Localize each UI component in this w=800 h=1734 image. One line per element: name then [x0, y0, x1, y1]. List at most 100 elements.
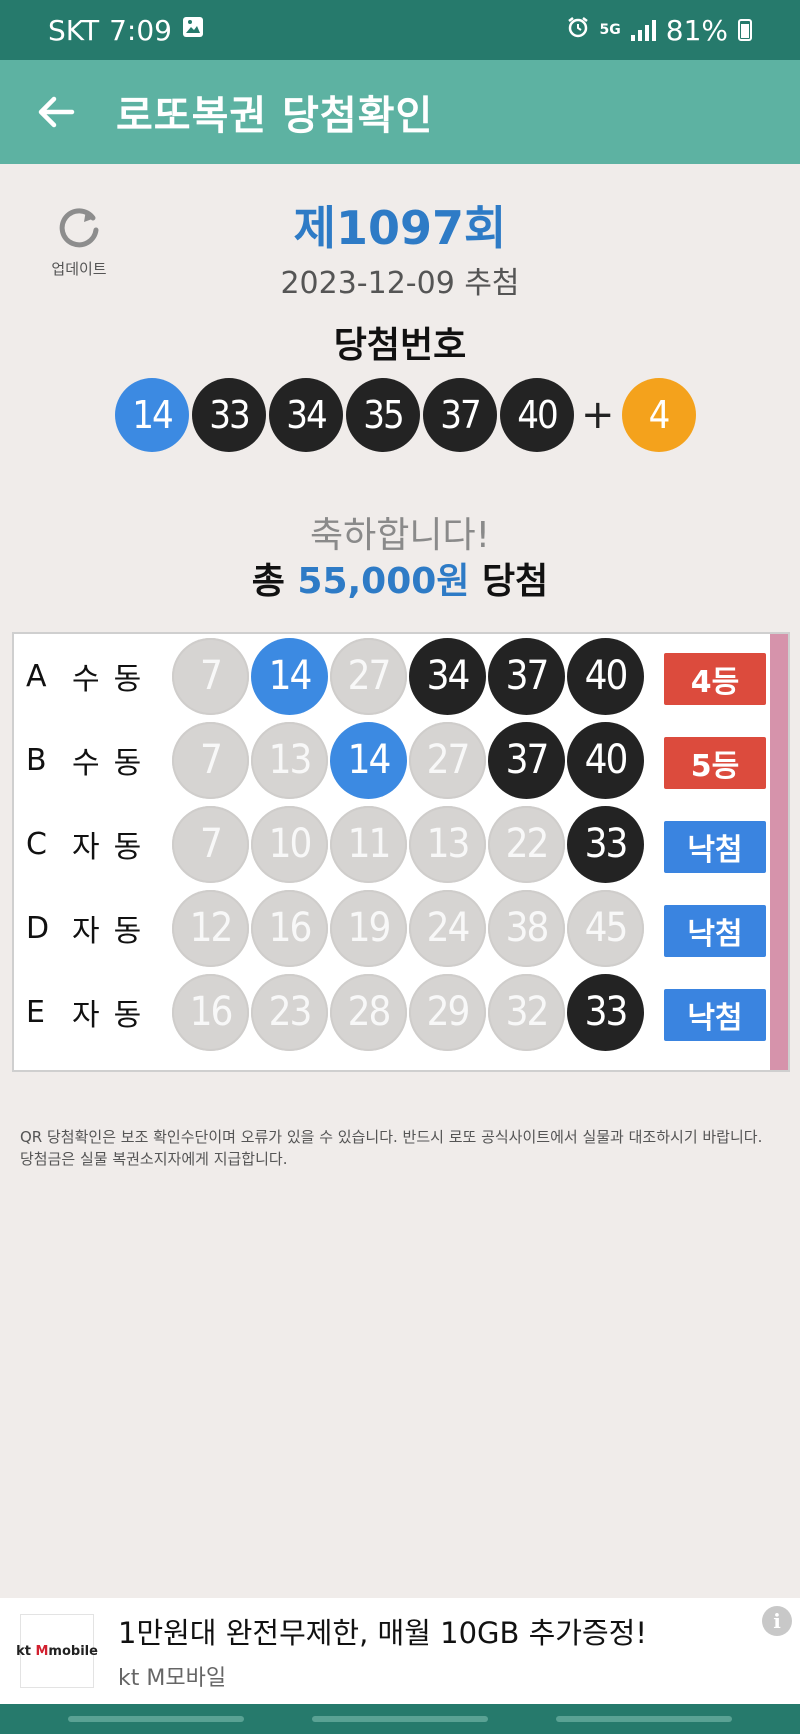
ticket-number-ball: 14: [330, 721, 407, 799]
ticket-number-ball: 37: [488, 637, 565, 715]
result-badge: 낙첨: [664, 989, 766, 1041]
clock: 7:09: [109, 13, 172, 47]
ticket-mode: 자동: [72, 830, 156, 865]
ticket-number-ball: 38: [488, 889, 565, 967]
ticket-letter: D: [26, 910, 50, 946]
prize-amount: 55,000원: [297, 561, 470, 602]
info-icon[interactable]: i: [762, 1606, 792, 1636]
round-title: 제1097회: [293, 201, 507, 255]
ticket-mode: 수동: [72, 746, 156, 781]
ticket-numbers: 16 23 28 29 32 33: [172, 973, 644, 1051]
ticket-number-ball: 27: [330, 637, 407, 715]
ticket-number-ball: 28: [330, 973, 407, 1051]
ticket-number-ball: 7: [172, 637, 249, 715]
draw-summary: 업데이트 제1097회 2023-12-09 추첨 당첨번호 14 33 34 …: [0, 164, 800, 619]
carrier-label: SKT: [48, 13, 100, 47]
congrats-message: 축하합니다!: [309, 515, 491, 556]
disclaimer-text: QR 당첨확인은 보조 확인수단이며 오류가 있을 수 있습니다. 반드시 로또…: [20, 1128, 763, 1168]
arrow-left-icon: [38, 96, 75, 128]
ticket-mode: 수동: [72, 662, 156, 697]
ticket-letter: C: [26, 826, 47, 862]
winning-number-ball: 34: [269, 378, 343, 452]
scrollbar[interactable]: [770, 634, 788, 1070]
ticket-number-ball: 27: [409, 721, 486, 799]
ticket-letter: A: [26, 658, 47, 694]
ticket-number-ball: 33: [567, 973, 644, 1051]
ticket-number-ball: 7: [172, 721, 249, 799]
page-title: 로또복권 당첨확인: [116, 93, 434, 139]
ticket-number-ball: 23: [251, 973, 328, 1051]
ticket-numbers: 7 10 11 13 22 33: [172, 805, 644, 883]
battery-icon: [738, 19, 752, 41]
ad-advertiser: kt M모바일: [118, 1666, 227, 1691]
winning-number-ball: 40: [500, 378, 574, 452]
ticket-row-e: E 자동 16 23 28 29 32 33 낙첨: [14, 972, 774, 1052]
gallery-icon: [182, 16, 204, 44]
ad-banner[interactable]: kt Mmobile 1만원대 완전무제한, 매월 10GB 추가증정! kt …: [0, 1598, 800, 1704]
nav-back-button[interactable]: [556, 1716, 732, 1722]
winning-number-ball: 37: [423, 378, 497, 452]
ticket-row-b: B 수동 7 13 14 27 37 40 5등: [14, 720, 774, 800]
signal-icon: [630, 19, 656, 41]
advertiser-logo: kt Mmobile: [16, 1614, 98, 1688]
ticket-number-ball: 14: [251, 637, 328, 715]
ticket-letter: E: [26, 994, 45, 1030]
ad-title: 1만원대 완전무제한, 매월 10GB 추가증정!: [118, 1616, 647, 1650]
logo-mobile: mobile: [48, 1643, 98, 1659]
ticket-number-ball: 22: [488, 805, 565, 883]
ticket-mode: 자동: [72, 998, 156, 1033]
ticket-numbers: 7 13 14 27 37 40: [172, 721, 644, 799]
app-bar: 로또복권 당첨확인: [0, 60, 800, 164]
winning-numbers-label: 당첨번호: [333, 325, 467, 366]
ticket-row-a: A 수동 7 14 27 34 37 40 4등: [14, 636, 774, 716]
ticket-numbers: 12 16 19 24 38 45: [172, 889, 644, 967]
ticket-row-d: D 자동 12 16 19 24 38 45 낙첨: [14, 888, 774, 968]
ticket-number-ball: 16: [251, 889, 328, 967]
ticket-number-ball: 45: [567, 889, 644, 967]
winning-number-ball: 14: [115, 378, 189, 452]
result-badge: 낙첨: [664, 905, 766, 957]
ticket-number-ball: 13: [409, 805, 486, 883]
ticket-numbers: 7 14 27 34 37 40: [172, 637, 644, 715]
result-badge: 4등: [664, 653, 766, 705]
ticket-number-ball: 13: [251, 721, 328, 799]
prize-total: 총 55,000원 당첨: [0, 552, 800, 604]
ad-text: 1만원대 완전무제한, 매월 10GB 추가증정! kt M모바일: [118, 1610, 647, 1692]
nav-home-button[interactable]: [312, 1716, 488, 1722]
back-button[interactable]: [28, 84, 84, 140]
system-nav-bar: [0, 1704, 800, 1734]
winning-numbers: 14 33 34 35 37 40 + 4: [115, 378, 696, 452]
logo-m: M: [35, 1643, 49, 1659]
alarm-icon: [566, 15, 590, 45]
logo-kt: kt: [16, 1643, 31, 1659]
ticket-number-ball: 11: [330, 805, 407, 883]
draw-date: 2023-12-09 추첨: [280, 266, 520, 301]
status-right: 5G 81%: [566, 14, 752, 47]
result-badge: 5등: [664, 737, 766, 789]
ticket-number-ball: 40: [567, 637, 644, 715]
status-bar: SKT 7:09 5G 81%: [0, 0, 800, 60]
network-type: 5G: [599, 22, 621, 38]
ticket-number-ball: 40: [567, 721, 644, 799]
battery-level: 81%: [665, 13, 728, 47]
prize-suffix: 당첨: [482, 561, 549, 602]
winning-number-ball: 33: [192, 378, 266, 452]
ticket-number-ball: 29: [409, 973, 486, 1051]
ticket-number-ball: 10: [251, 805, 328, 883]
nav-recent-button[interactable]: [68, 1716, 244, 1722]
plus-sign: +: [581, 392, 615, 438]
result-badge: 낙첨: [664, 821, 766, 873]
ticket-number-ball: 7: [172, 805, 249, 883]
bonus-number-ball: 4: [621, 378, 696, 452]
ticket-number-ball: 33: [567, 805, 644, 883]
ticket-number-ball: 34: [409, 637, 486, 715]
ticket-number-ball: 12: [172, 889, 249, 967]
ticket-number-ball: 24: [409, 889, 486, 967]
ticket-list[interactable]: A 수동 7 14 27 34 37 40 4등 B 수동 7 13 14 27…: [12, 632, 790, 1072]
prize-prefix: 총: [251, 561, 285, 602]
winning-number-ball: 35: [346, 378, 420, 452]
ticket-mode: 자동: [72, 914, 156, 949]
ticket-letter: B: [26, 742, 47, 778]
ticket-number-ball: 19: [330, 889, 407, 967]
status-left: SKT 7:09: [48, 14, 204, 47]
